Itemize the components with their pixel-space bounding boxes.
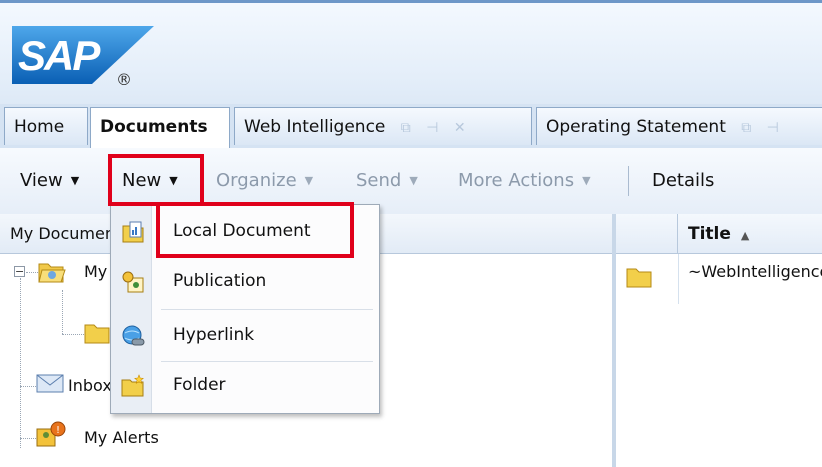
menu-item-hyperlink[interactable]: Hyperlink — [111, 311, 379, 363]
toolbar-separator — [628, 166, 629, 196]
tab-label: Home — [14, 117, 65, 137]
caret-down-icon: ▼ — [70, 174, 80, 187]
details-label: Details — [652, 170, 715, 191]
menu-item-publication[interactable]: Publication — [111, 257, 379, 309]
tab-home[interactable]: Home — [4, 107, 88, 145]
tree-connector — [20, 438, 36, 439]
details-button[interactable]: Details — [652, 148, 714, 214]
tree-label: My Alerts — [84, 428, 159, 447]
tree-connector — [20, 386, 36, 387]
pin-icon[interactable]: ⊣ — [426, 109, 438, 145]
close-icon[interactable]: ✕ — [454, 109, 466, 145]
inbox-icon — [36, 374, 64, 393]
more-actions-label: More Actions — [458, 170, 575, 191]
tree-connector — [26, 272, 38, 273]
logo-text: SAP — [18, 32, 100, 79]
tab-web-intelligence[interactable]: Web Intelligence ⧉ ⊣ ✕ — [234, 107, 532, 145]
tab-documents[interactable]: Documents — [90, 107, 230, 149]
folder-icon — [626, 268, 652, 288]
tree-item-alerts[interactable]: ! My Alerts — [36, 420, 196, 454]
column-title-label: Title — [688, 224, 731, 244]
tree-item-inbox[interactable]: Inbox — [36, 368, 116, 402]
svg-text:!: ! — [56, 425, 60, 436]
send-label: Send — [356, 170, 402, 191]
highlight-new-button — [108, 154, 204, 206]
highlight-local-document — [156, 202, 354, 258]
tab-label: Documents — [100, 117, 208, 137]
organize-label: Organize — [216, 170, 297, 191]
menu-item-label: Hyperlink — [173, 325, 255, 345]
publication-icon — [122, 271, 144, 293]
tree-connector — [62, 334, 84, 335]
maximize-icon[interactable]: ⧉ — [401, 109, 411, 145]
tree-item-favorites[interactable]: My Favorites — [38, 258, 185, 288]
header-top-border — [0, 0, 822, 3]
tree-connector — [62, 290, 63, 334]
pin-icon[interactable]: ⊣ — [767, 109, 779, 145]
new-folder-icon — [121, 374, 144, 397]
menu-item-label: Publication — [173, 271, 267, 291]
view-label: View — [20, 170, 63, 191]
caret-down-icon: ▼ — [582, 174, 591, 187]
maximize-icon[interactable]: ⧉ — [741, 109, 751, 145]
more-actions-menu-button[interactable]: More Actions ▼ — [458, 148, 591, 214]
tab-operating-statement[interactable]: Operating Statement ⧉ ⊣ — [536, 107, 822, 145]
tab-bar: Home Documents Web Intelligence ⧉ ⊣ ✕ Op… — [0, 104, 822, 149]
menu-separator — [161, 309, 373, 310]
folder-icon — [84, 324, 110, 344]
alerts-icon: ! — [36, 421, 66, 447]
tree-label: Inbox — [68, 376, 112, 395]
title-column-header[interactable]: Title ▲ — [678, 214, 822, 254]
logo-registered-mark: ® — [116, 70, 132, 89]
grid-icon-column-header — [616, 214, 678, 254]
caret-down-icon: ▼ — [409, 174, 418, 187]
tab-label: Operating Statement — [546, 117, 726, 137]
menu-item-folder[interactable]: Folder — [111, 361, 379, 413]
tree-collapse-icon[interactable]: − — [14, 266, 25, 277]
open-folder-icon — [38, 263, 66, 283]
hyperlink-icon — [122, 325, 145, 346]
row-title: ~WebIntelligence — [688, 262, 822, 281]
tree-connector — [20, 278, 21, 448]
view-menu-button[interactable]: View ▼ — [20, 148, 79, 214]
local-document-icon — [122, 221, 144, 243]
tab-label: Web Intelligence — [244, 117, 386, 137]
sap-logo[interactable]: SAP ® — [12, 26, 154, 92]
sort-ascending-icon: ▲ — [740, 229, 750, 242]
menu-item-label: Folder — [173, 375, 226, 395]
